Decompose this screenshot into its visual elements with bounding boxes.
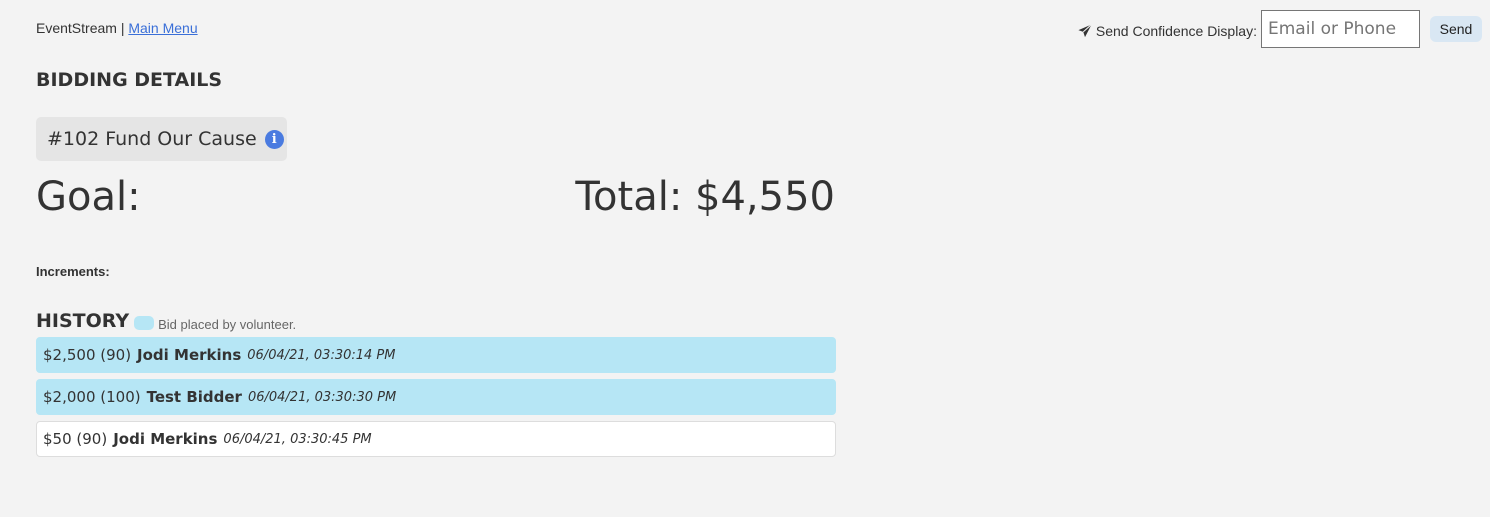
page-title: BIDDING DETAILS [36,69,223,91]
bid-amount: $50 (90) [43,430,108,448]
history-title: HISTORY [36,310,130,332]
page: EventStream | Main Menu Send Confidence … [0,0,1490,517]
bid-row: $2,500 (90) Jodi Merkins 06/04/21, 03:30… [36,337,836,373]
bidder-name: Jodi Merkins [113,430,218,448]
volunteer-legend-text: Bid placed by volunteer. [158,316,297,332]
nav-separator: | [116,20,129,36]
bid-amount: $2,000 (100) [43,388,141,406]
volunteer-legend-swatch [134,315,155,330]
bid-time: 06/04/21, 03:30:14 PM [247,347,396,363]
bid-row: $50 (90) Jodi Merkins 06/04/21, 03:30:45… [36,421,836,457]
paper-plane-icon [1078,23,1092,37]
item-label: #102 Fund Our Cause [47,128,257,150]
info-icon[interactable]: i [264,129,284,149]
bidder-name: Jodi Merkins [137,346,242,364]
goal-label: Goal: [36,174,141,220]
bid-amount: $2,500 (90) [43,346,132,364]
increments-label: Increments: [36,264,110,279]
bid-history-list: $2,500 (90) Jodi Merkins 06/04/21, 03:30… [36,337,836,463]
app-name: EventStream [36,20,117,36]
send-button[interactable]: Send [1430,16,1482,42]
main-menu-link[interactable]: Main Menu [128,20,197,36]
bid-time: 06/04/21, 03:30:45 PM [223,431,372,447]
send-label-group: Send Confidence Display: [1078,23,1257,39]
bid-time: 06/04/21, 03:30:30 PM [247,389,397,405]
history-header: HISTORY Bid placed by volunteer. [36,310,296,332]
email-or-phone-input[interactable] [1261,10,1420,48]
send-label: Send Confidence Display: [1095,22,1257,39]
send-confidence-display: Send Confidence Display: Send [1078,10,1482,48]
top-nav: EventStream | Main Menu [36,20,198,36]
bidder-name: Test Bidder [146,388,242,406]
item-chip: #102 Fund Our Cause i [36,117,287,161]
total-label: Total: $4,550 [575,174,835,220]
bid-row: $2,000 (100) Test Bidder 06/04/21, 03:30… [36,379,836,415]
